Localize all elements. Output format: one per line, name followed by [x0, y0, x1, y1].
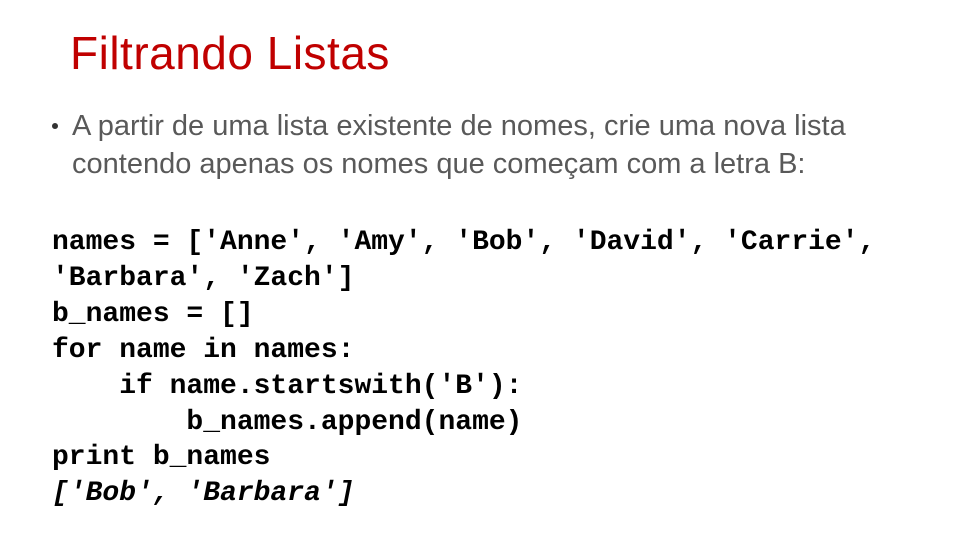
bullet-dot-icon [52, 123, 58, 129]
code-line: b_names.append(name) [52, 407, 522, 438]
code-line: if name.startswith('B'): [52, 371, 522, 402]
code-output: ['Bob', 'Barbara'] [52, 476, 910, 512]
code-block: names = ['Anne', 'Amy', 'Bob', 'David', … [52, 225, 910, 476]
code-line: b_names = [] [52, 299, 254, 330]
code-line: 'Barbara', 'Zach'] [52, 263, 354, 294]
slide: Filtrando Listas A partir de uma lista e… [0, 0, 960, 554]
slide-title: Filtrando Listas [70, 26, 910, 80]
code-line: print b_names [52, 442, 270, 473]
code-line: names = ['Anne', 'Amy', 'Bob', 'David', … [52, 227, 875, 258]
bullet-item: A partir de uma lista existente de nomes… [52, 108, 910, 183]
bullet-text: A partir de uma lista existente de nomes… [72, 108, 910, 183]
code-line: for name in names: [52, 335, 354, 366]
